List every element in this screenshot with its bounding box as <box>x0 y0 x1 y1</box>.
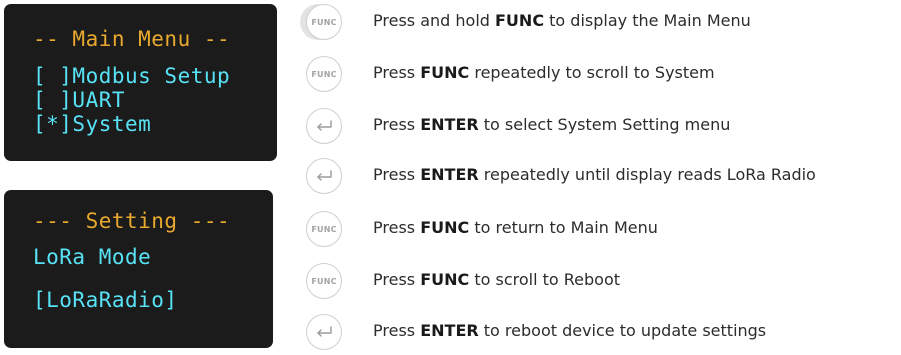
instruction-steps: FUNC Press and hold FUNC to display the … <box>300 0 901 355</box>
lcd-line: [ ]UART <box>33 88 126 112</box>
instruction-step: FUNC Press and hold FUNC to display the … <box>300 0 900 44</box>
func-button[interactable]: FUNC <box>306 56 342 92</box>
step-text-pre: Press <box>373 270 421 289</box>
func-button-label: FUNC <box>311 69 337 79</box>
step-key: FUNC <box>495 11 545 30</box>
step-key: ENTER <box>420 321 479 340</box>
lcd-header: --- Setting --- <box>33 209 231 233</box>
instruction-step: Press ENTER to reboot device to update s… <box>300 310 900 354</box>
step-text-pre: Press <box>373 115 421 134</box>
step-text: Press ENTER to select System Setting men… <box>373 115 730 135</box>
step-key: ENTER <box>420 115 479 134</box>
instruction-step: FUNC Press FUNC to scroll to Reboot <box>300 259 900 303</box>
step-text-post: to reboot device to update settings <box>478 321 767 340</box>
step-text: Press FUNC to scroll to Reboot <box>373 270 620 290</box>
lcd-line: [ ]Modbus Setup <box>33 64 231 88</box>
lcd-line: [*]System <box>33 112 152 136</box>
enter-arrow-icon <box>317 170 332 181</box>
step-text-post: repeatedly to scroll to System <box>469 63 715 82</box>
enter-arrow-icon <box>317 120 332 131</box>
step-text-post: to display the Main Menu <box>544 11 751 30</box>
step-text: Press and hold FUNC to display the Main … <box>373 11 751 31</box>
step-text-post: to return to Main Menu <box>469 218 658 237</box>
func-button[interactable]: FUNC <box>306 4 342 40</box>
lcd-line: LoRa Mode <box>33 245 152 269</box>
func-button-label: FUNC <box>311 276 337 286</box>
step-key: ENTER <box>420 165 479 184</box>
step-text-pre: Press <box>373 218 421 237</box>
lcd-header: -- Main Menu -- <box>33 27 231 51</box>
step-text-pre: Press and hold <box>373 11 495 30</box>
step-key: FUNC <box>420 270 470 289</box>
instruction-step: Press ENTER to select System Setting men… <box>300 104 900 148</box>
instruction-step: FUNC Press FUNC to return to Main Menu <box>300 207 900 251</box>
enter-button[interactable] <box>306 158 342 194</box>
step-text-pre: Press <box>373 321 421 340</box>
enter-button[interactable] <box>306 314 342 350</box>
step-key: FUNC <box>420 63 470 82</box>
func-button-label: FUNC <box>311 17 337 27</box>
step-text: Press ENTER to reboot device to update s… <box>373 321 766 341</box>
lcd-screen-setting: --- Setting --- LoRa Mode [LoRaRadio] <box>4 190 273 348</box>
lcd-line: [LoRaRadio] <box>33 288 178 312</box>
step-text: Press FUNC to return to Main Menu <box>373 218 658 238</box>
step-text: Press FUNC repeatedly to scroll to Syste… <box>373 63 715 83</box>
step-text-pre: Press <box>373 165 421 184</box>
enter-arrow-icon <box>317 326 332 337</box>
instruction-step: FUNC Press FUNC repeatedly to scroll to … <box>300 52 900 96</box>
func-button-label: FUNC <box>311 224 337 234</box>
func-button[interactable]: FUNC <box>306 263 342 299</box>
step-text-post: to select System Setting menu <box>478 115 731 134</box>
func-button[interactable]: FUNC <box>306 211 342 247</box>
lcd-screen-main-menu: -- Main Menu -- [ ]Modbus Setup [ ]UART … <box>4 4 277 161</box>
enter-button[interactable] <box>306 108 342 144</box>
instruction-step: Press ENTER repeatedly until display rea… <box>300 154 900 198</box>
step-text-pre: Press <box>373 63 421 82</box>
step-text: Press ENTER repeatedly until display rea… <box>373 165 816 185</box>
step-key: FUNC <box>420 218 470 237</box>
step-text-post: to scroll to Reboot <box>469 270 621 289</box>
step-text-post: repeatedly until display reads LoRa Radi… <box>478 165 816 184</box>
